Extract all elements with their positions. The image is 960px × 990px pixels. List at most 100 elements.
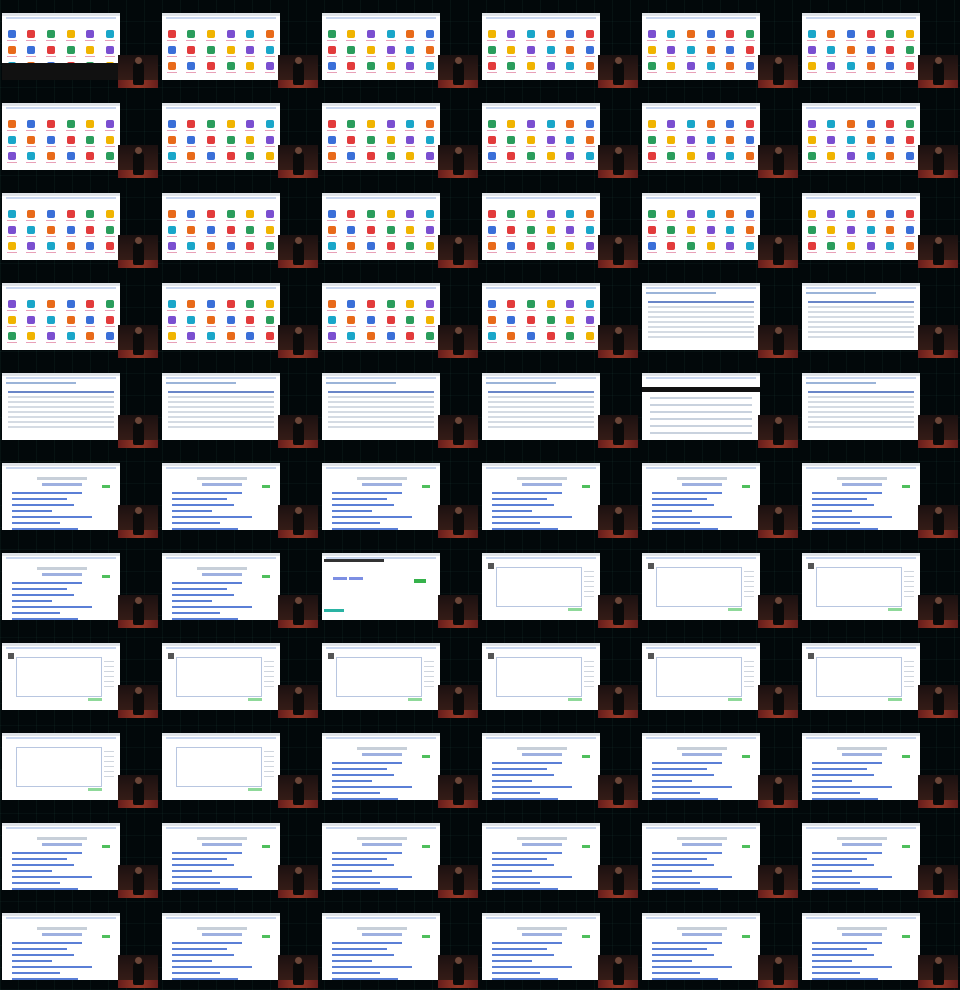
app-icon [347,46,356,54]
icon-tile [885,152,896,163]
app-icon [906,210,915,218]
app-icon [7,136,16,144]
speaker-camera [278,55,318,88]
icon-tile [666,46,677,57]
speaker-head [135,867,142,874]
side-panel [264,657,274,687]
icon-label [65,130,76,131]
icon-tile [545,136,556,147]
app-icon [647,242,656,250]
icon-label [265,252,276,253]
progress-bar [12,888,78,890]
speaker-head [135,777,142,784]
icon-label [206,310,217,311]
text-area [816,567,902,607]
icon-label [565,342,576,343]
app-icon [507,152,516,160]
screen-capture [2,553,120,620]
thumbnail-frame [480,900,640,990]
screen-capture [2,283,120,350]
icon-row [162,332,280,343]
address-bar [486,647,596,649]
app-icon [507,46,516,54]
progress-bar [172,516,252,518]
icon-label [326,56,337,57]
icon-label [105,310,116,311]
speaker-body [133,331,144,355]
table-row [808,426,914,428]
avatar [488,653,494,659]
table-row [648,321,754,323]
app-icon [106,300,115,308]
progress-bar [492,852,562,854]
list-subheader [202,483,242,486]
progress-bar [492,774,554,776]
thumbnail-frame [800,720,960,810]
list-subheader [842,843,882,846]
screen-capture [2,733,120,800]
app-icon [507,136,516,144]
green-button [742,845,750,848]
list-header [677,477,727,480]
icon-label [326,146,337,147]
content-line [650,432,752,434]
address-bar [166,647,276,649]
icon-label [85,326,96,327]
browser-tab-bar [322,463,440,466]
list-subheader [682,933,722,936]
app-icon [566,120,575,128]
speaker-head [135,57,142,64]
icon-tile [166,120,177,131]
icon-grid [802,205,920,260]
app-icon [207,316,216,324]
progress-bar [332,954,394,956]
progress-bar [172,588,227,590]
screen-capture [482,13,600,80]
icon-tile [686,62,697,73]
progress-bar [332,966,412,968]
app-icon [386,120,395,128]
icon-tile [346,332,357,343]
app-icon [66,152,75,160]
icon-label [245,326,256,327]
icon-label [225,72,236,73]
icon-label [666,162,677,163]
icon-label [545,342,556,343]
thumbnail-frame [320,540,480,630]
icon-row [322,136,440,147]
table-row [8,426,114,428]
icon-label [265,40,276,41]
thumbnail-frame [160,450,320,540]
icon-tile [326,316,337,327]
speaker-camera [278,865,318,898]
icon-label [225,40,236,41]
icon-tile [425,46,436,57]
app-icon [347,30,356,38]
app-icon [687,62,696,70]
icon-tile [245,62,256,73]
screen-capture [802,733,920,800]
icon-label [105,130,116,131]
app-icon [386,46,395,54]
icon-tile [865,120,876,131]
icon-tile [366,332,377,343]
icon-row [802,210,920,221]
app-icon [86,30,95,38]
app-icon [807,136,816,144]
screen-capture [802,643,920,710]
icon-label [326,130,337,131]
icon-tile [65,120,76,131]
table-row [328,421,434,423]
app-icon [47,332,56,340]
icon-row [2,316,120,327]
icon-tile [26,332,37,343]
progress-bar [652,516,732,518]
app-icon [106,332,115,340]
speaker-camera [278,685,318,718]
icon-tile [885,30,896,41]
icon-tile [585,226,596,237]
icon-tile [545,242,556,253]
address-bar [486,107,596,109]
browser-tab-bar [802,283,920,286]
icon-label [506,310,517,311]
